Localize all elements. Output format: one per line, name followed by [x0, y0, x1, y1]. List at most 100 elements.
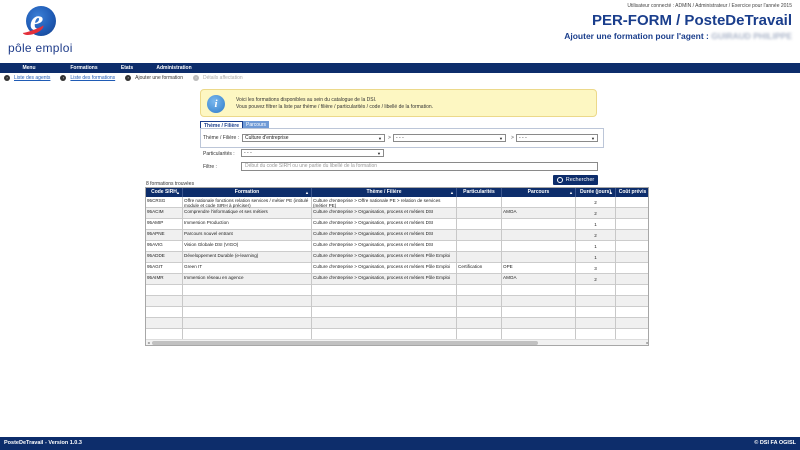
- column-header-label: Particularités: [463, 189, 495, 195]
- sort-icon[interactable]: ▲: [569, 188, 573, 197]
- cell-code: [146, 296, 183, 307]
- info-icon: i: [207, 95, 225, 113]
- particularites-select[interactable]: - - - ▼: [241, 149, 384, 157]
- table-row[interactable]: 95ACIM Comprendre l'informatique et ses m…: [146, 208, 648, 219]
- scroll-right-icon[interactable]: ▸: [645, 340, 648, 345]
- col-duree-header[interactable]: Durée (jours) ▲: [576, 188, 616, 197]
- horizontal-scrollbar[interactable]: ◂ ▸: [146, 339, 648, 345]
- empty-table-row: [146, 285, 648, 296]
- cell-part: [457, 208, 502, 219]
- cell-parcours: AMOA: [502, 274, 576, 285]
- table-row[interactable]: 95AMIP Immersion Production Culture d'entr…: [146, 219, 648, 230]
- cell-part: [457, 241, 502, 252]
- cell-duree: 2: [576, 208, 616, 219]
- empty-table-row: [146, 296, 648, 307]
- cell-formation: Vision Globale DSI (VIGO): [183, 241, 312, 252]
- breadcrumb-step-formations: › Liste des formations: [60, 75, 115, 81]
- chevron-down-icon: ▼: [377, 151, 381, 156]
- cell-duree: [576, 285, 616, 296]
- sub-sub-theme-select[interactable]: - - - ▼: [516, 134, 598, 142]
- column-header-label: Parcours: [527, 189, 550, 195]
- cell-theme: Culture d'entreprise > Organisation, pro…: [312, 219, 457, 230]
- table-row[interactable]: 95CRSG Offre nationale fonctions relation…: [146, 197, 648, 208]
- sort-icon[interactable]: ▲: [305, 188, 309, 197]
- search-button-label: Rechercher: [565, 177, 595, 183]
- sort-icon[interactable]: ▲: [609, 188, 613, 197]
- filtre-input[interactable]: Début du code SIRH ou une partie du libe…: [241, 162, 598, 171]
- sub-theme-select[interactable]: - - - ▼: [393, 134, 506, 142]
- cell-code: 95ADDE: [146, 252, 183, 263]
- nav-administration[interactable]: Administration: [144, 63, 204, 73]
- footer-copyright: © DSI FA OGISL: [754, 440, 796, 446]
- breadcrumb-step-details: › Détails affectation: [192, 75, 243, 81]
- cell-parcours: [502, 197, 576, 208]
- cell-code: [146, 318, 183, 329]
- cell-cout: [616, 318, 648, 329]
- scroll-left-icon[interactable]: ◂: [146, 340, 151, 345]
- col-theme-filiere-header[interactable]: Thème / Filière ▲: [312, 188, 457, 197]
- col-particularites-header[interactable]: Particularités: [457, 188, 502, 197]
- table-row[interactable]: 95AGIT Green IT Culture d'entreprise > Org…: [146, 263, 648, 274]
- col-cout-header[interactable]: Coût prévis: [616, 188, 648, 197]
- search-icon: [556, 177, 563, 183]
- table-row[interactable]: 95AIMR Immersion réseau en agence Culture …: [146, 274, 648, 285]
- table-row[interactable]: 95APNE Parcours nouvel entrant Culture d'e…: [146, 230, 648, 241]
- cell-duree: 1: [576, 219, 616, 230]
- cell-cout: [616, 230, 648, 241]
- cell-code: 95ACIM: [146, 208, 183, 219]
- sort-icon[interactable]: ▲: [450, 188, 454, 197]
- particularites-select-value: - - -: [244, 150, 252, 156]
- cell-theme: Culture d'entreprise > Organisation, pro…: [312, 241, 457, 252]
- sort-icon[interactable]: ▲: [176, 188, 180, 197]
- cell-code: 95AMIP: [146, 219, 183, 230]
- col-formation-header[interactable]: Formation ▲: [183, 188, 312, 197]
- col-code-sirh-header[interactable]: Code SIRH ▲: [146, 188, 183, 197]
- cell-formation: Comprendre l'informatique et ses métiers: [183, 208, 312, 219]
- cell-formation: [183, 296, 312, 307]
- breadcrumb-link-agents[interactable]: Liste des agents: [14, 75, 50, 81]
- agent-name: GUIRAUD PHILIPPE: [711, 31, 792, 41]
- cell-part: [457, 252, 502, 263]
- nav-formations[interactable]: Formations: [58, 63, 110, 73]
- info-text: Voici les formations disponibles au sein…: [236, 97, 433, 110]
- arrow-right-icon: ›: [192, 75, 199, 81]
- cell-code: 95CRSG: [146, 197, 183, 208]
- nav-etats[interactable]: Etats: [110, 63, 144, 73]
- cell-duree: 3: [576, 263, 616, 274]
- cell-part: [457, 274, 502, 285]
- empty-table-row: [146, 307, 648, 318]
- main-navbar: Menu Formations Etats Administration: [0, 63, 800, 73]
- table-row[interactable]: 95AVIG Vision Globale DSI (VIGO) Culture d…: [146, 241, 648, 252]
- cell-parcours: [502, 296, 576, 307]
- scrollbar-thumb[interactable]: [152, 341, 538, 345]
- info-line-2: Vous pouvez filtrer la liste par thème /…: [236, 103, 434, 110]
- cell-part: [457, 219, 502, 230]
- table-row[interactable]: 95ADDE Développement Durable (e-learning)…: [146, 252, 648, 263]
- cell-parcours: [502, 219, 576, 230]
- cell-theme: Culture d'entreprise > Organisation, pro…: [312, 252, 457, 263]
- chevron-down-icon: ▼: [591, 136, 595, 141]
- cell-duree: 2: [576, 197, 616, 208]
- particularites-label: Particularités :: [203, 151, 235, 157]
- cell-code: 95AIMR: [146, 274, 183, 285]
- user-info: Utilisateur connecté : ADMIN / Administr…: [627, 3, 792, 9]
- cell-theme: [312, 307, 457, 318]
- cell-part: [457, 285, 502, 296]
- search-button[interactable]: Rechercher: [553, 175, 598, 185]
- nav-menu[interactable]: Menu: [0, 63, 58, 73]
- theme-select[interactable]: Culture d'entreprise ▼: [242, 134, 385, 142]
- cell-duree: [576, 296, 616, 307]
- cell-parcours: AMOA: [502, 208, 576, 219]
- breadcrumb-link-formations[interactable]: Liste des formations: [70, 75, 115, 81]
- cell-formation: Développement Durable (e-learning): [183, 252, 312, 263]
- cell-cout: [616, 263, 648, 274]
- cell-theme: Culture d'entreprise > Organisation, pro…: [312, 274, 457, 285]
- cell-code: 95APNE: [146, 230, 183, 241]
- cell-code: [146, 285, 183, 296]
- cell-code: 95AGIT: [146, 263, 183, 274]
- cell-duree: 1: [576, 252, 616, 263]
- col-parcours-header[interactable]: Parcours ▲: [502, 188, 576, 197]
- results-table: Code SIRH ▲ Formation ▲ Thème / Filière ▲ Part…: [145, 187, 649, 346]
- cell-cout: [616, 307, 648, 318]
- theme-select-value: Culture d'entreprise: [245, 135, 289, 141]
